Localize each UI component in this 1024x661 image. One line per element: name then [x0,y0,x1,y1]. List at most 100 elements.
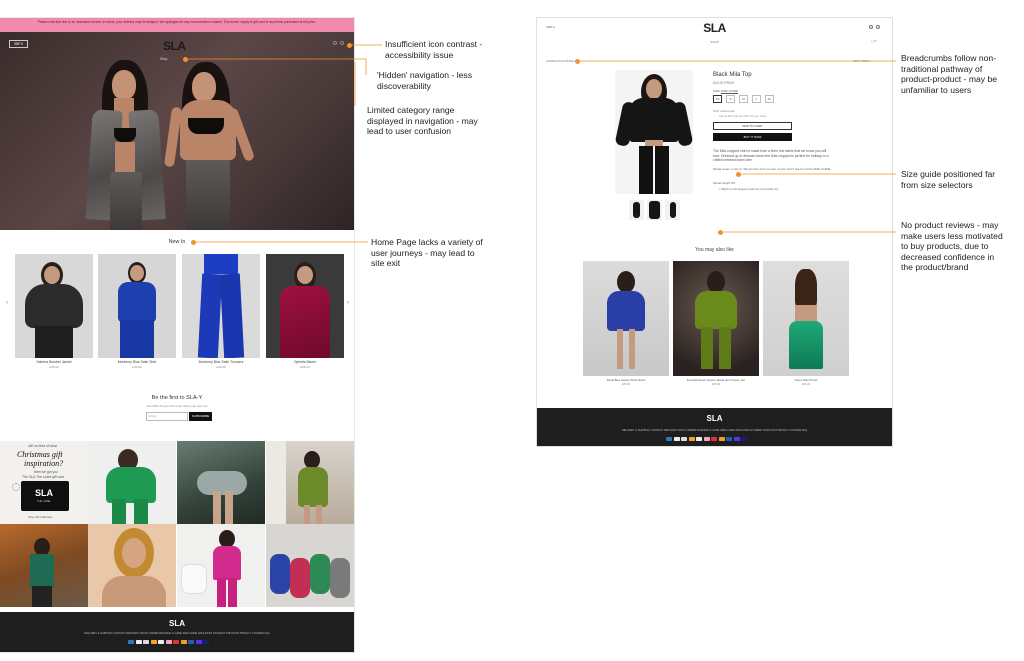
mastercard-icon [180,640,187,644]
recommended-product-name[interactable]: Emerald Green Sequin Jacket and Trouser … [673,378,759,382]
payment-icons [128,640,209,644]
gift-line4: then we got you [34,470,58,474]
visa-icon [203,640,209,644]
search-icon[interactable] [333,41,337,45]
carousel-prev-icon[interactable]: ‹ [6,300,8,306]
product-price: £45.00 [49,365,59,369]
instagram-tile[interactable] [177,441,265,524]
gift-card-graphic: SLA THE LABEL [21,481,69,511]
size-option[interactable]: M [739,95,748,103]
annotation-marker [574,58,580,64]
recommended-product-price: £55.00 [802,383,810,386]
account-icon[interactable] [340,41,344,45]
annotation-home-journeys: Home Page lacks a variety of user journe… [371,237,483,269]
next-product-link[interactable]: NEXT ITEM ▸ [853,59,871,63]
stock-subnote: Spend £50 and get 25% off your order [719,114,767,118]
buy-now-button[interactable]: BUY IT NOW [713,133,792,141]
instagram-tile[interactable] [0,524,88,607]
annotation-size-guide: Size guide positioned far from size sele… [901,169,996,190]
apple-pay-icon [673,437,680,441]
size-guide-link[interactable]: SIZE GUIDE [721,89,738,93]
product-page-screenshot: GBP £ SLA SHOP ▢ 0 ◂ PREVIOUS PRODUCT NE… [536,17,893,447]
paypal-icon [726,437,732,441]
instagram-tile[interactable] [88,524,176,607]
email-input[interactable]: Email [146,412,188,421]
instagram-tile[interactable] [266,524,354,607]
product-name[interactable]: Ophelia Blazer [266,360,344,364]
gift-line1: still no idea of what [28,444,57,448]
site-logo[interactable]: SLA [537,21,892,35]
search-icon[interactable] [869,25,873,29]
home-footer: SLA DELIVERY & SHIPPING CONTACT REFUNDS … [0,612,354,652]
diners-icon [143,640,149,644]
annotation-hidden-navigation: 'Hidden' navigation - less discoverabili… [377,70,473,91]
product-name[interactable]: Sabrina Bomber Jacket [15,360,93,364]
recommended-product-name[interactable]: Royal Blue Sequin Short Dress [583,378,669,382]
instagram-tile[interactable] [177,524,265,607]
size-option[interactable]: S [726,95,735,103]
footer-links[interactable]: DELIVERY & SHIPPING CONTACT REFUNDS TRAC… [0,632,354,635]
model-height: Model height 5'8 [713,181,735,185]
size-option[interactable]: L [752,95,761,103]
product-thumbnail[interactable] [629,200,644,220]
shop-pay-icon [733,437,740,441]
subscribe-button[interactable]: SUBSCRIBE [189,412,212,421]
gift-line2: Christmas gift [17,450,63,459]
recommended-product-image[interactable] [583,261,669,376]
product-thumbnail[interactable] [647,200,662,220]
size-option[interactable]: XS [713,95,722,103]
annotation-no-reviews: No product reviews - may make users less… [901,220,1003,273]
size-label: SIZE [713,89,720,93]
gift-card-logo: SLA [35,488,53,498]
gift-shop-now[interactable]: Shop Gift Cards Now [28,516,52,519]
annotation-icon-contrast: Insufficient icon contrast - accessibili… [385,39,483,60]
new-in-title: New In [168,239,186,245]
size-option[interactable]: XL [765,95,774,103]
paypal-icon [188,640,194,644]
footer-logo[interactable]: SLA [0,619,354,628]
stock-note: Only 4 items left [713,109,735,113]
header-icons [333,41,344,45]
recommended-product-image[interactable] [673,261,759,376]
google-pay-icon [158,640,164,644]
gift-card-tile[interactable]: still no idea of what Christmas gift ins… [0,441,88,524]
product-footer: SLA DELIVERY & SHIPPING CONTACT REFUNDS … [537,408,892,446]
annotation-marker [182,56,188,62]
instagram-tile[interactable] [266,441,354,524]
apple-pay-icon [135,640,142,644]
product-name[interactable]: Monterey Blue Satin Shirt [98,360,176,364]
footer-logo[interactable]: SLA [537,414,892,423]
cart-count: 0 [874,39,877,43]
site-logo[interactable]: SLA [163,39,186,53]
product-name[interactable]: Monterey Blue Satin Trousers [182,360,260,364]
currency-selector[interactable]: GBP £ [9,40,28,48]
model-size-note: Model wears a size S. Tall girl size and… [713,167,831,171]
add-to-cart-button[interactable]: ADD TO CART [713,122,792,130]
payment-icons [666,437,747,441]
klarna-icon [165,640,172,644]
footer-links[interactable]: DELIVERY & SHIPPING CONTACT REFUNDS TRAC… [537,429,892,432]
recommended-product-name[interactable]: Green Satin Dress [763,378,849,382]
carousel-next-icon[interactable]: › [347,300,349,306]
product-main-image[interactable] [615,70,693,194]
hero-banner[interactable]: GBP £ SLA Shop [0,32,354,230]
visa-icon [741,437,747,441]
annotation-breadcrumbs: Breadcrumbs follow non- traditional path… [901,53,998,95]
cart-icon[interactable]: ▢ 0 [871,39,876,43]
product-price: £40.00 [132,365,142,369]
hero-model-left [84,60,174,230]
klarna-icon [703,437,710,441]
recommended-product-price: £65.00 [622,383,630,386]
home-page-screenshot: Please note that due to an increased vol… [0,17,355,653]
header-icons [869,25,880,29]
account-icon[interactable] [876,25,880,29]
product-thumbnail[interactable] [665,200,680,220]
annotation-limited-category: Limited category range displayed in navi… [367,105,478,137]
instagram-tile[interactable] [88,441,176,524]
hero-nav-link[interactable]: Shop [160,57,167,61]
gift-line5: The SLA The Label gift card [22,475,65,479]
maestro-icon [711,437,717,441]
recommended-product-price: £65.00 [712,383,720,386]
recommended-product-image[interactable] [763,261,849,376]
shop-menu[interactable]: SHOP [537,40,892,44]
